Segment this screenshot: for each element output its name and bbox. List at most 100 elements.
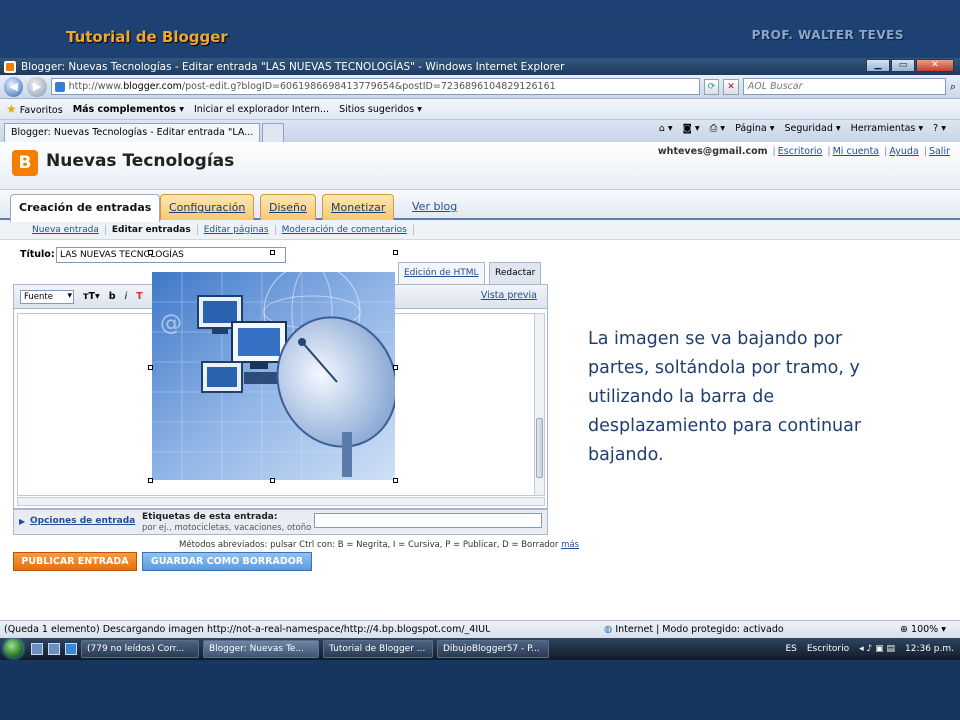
- url-prefix: http://www.: [68, 81, 124, 92]
- taskbar-button-drawing[interactable]: DibujoBlogger57 - P...: [437, 640, 549, 658]
- dashboard-link[interactable]: Escritorio: [778, 146, 823, 157]
- help-link[interactable]: Ayuda: [889, 146, 918, 157]
- tray-icons[interactable]: ◂ ♪ ▣ ▤: [859, 644, 895, 654]
- zone-text: Internet | Modo protegido: activado: [615, 624, 784, 635]
- save-draft-button[interactable]: GUARDAR COMO BORRADOR: [142, 552, 312, 571]
- show-desktop-icon[interactable]: [31, 643, 43, 655]
- search-icon[interactable]: ⌕: [950, 80, 956, 94]
- close-button[interactable]: ✕: [916, 59, 954, 72]
- taskbar-button-blogger[interactable]: Blogger: Nuevas Te...: [203, 640, 319, 658]
- resize-handle-b[interactable]: [270, 478, 275, 483]
- bold-button[interactable]: b: [109, 291, 116, 302]
- page-menu[interactable]: Página ▾: [735, 123, 774, 134]
- globe-icon: ◍: [604, 624, 613, 635]
- preview-link[interactable]: Vista previa: [481, 290, 537, 301]
- tab-monetize[interactable]: Monetizar: [322, 194, 395, 220]
- view-blog-link[interactable]: Ver blog: [404, 194, 465, 220]
- resize-handle-br[interactable]: [393, 478, 398, 483]
- tab-posting[interactable]: Creación de entradas: [10, 194, 161, 222]
- blogger-header: B Nuevas Tecnologías whteves@gmail.com |…: [0, 142, 960, 190]
- publish-button[interactable]: PUBLICAR ENTRADA: [13, 552, 137, 571]
- clock[interactable]: 12:36 p.m.: [905, 644, 954, 654]
- subtab-comment-moderation[interactable]: Moderación de comentarios: [276, 224, 414, 235]
- ie-explorer-link[interactable]: Iniciar el explorador Intern...: [194, 104, 329, 115]
- tags-input[interactable]: [314, 513, 542, 528]
- security-menu[interactable]: Seguridad ▾: [785, 123, 841, 134]
- suggested-sites-link[interactable]: Sitios sugeridos ▾: [339, 104, 422, 115]
- shortcuts-hint: Métodos abreviados: pulsar Ctrl con: B =…: [179, 540, 579, 550]
- shortcuts-more-link[interactable]: más: [561, 540, 579, 550]
- compose-tab[interactable]: Redactar: [489, 262, 542, 284]
- zoom-level[interactable]: ⊕ 100% ▾: [900, 624, 946, 635]
- start-button[interactable]: [0, 638, 26, 660]
- resize-handle-t[interactable]: [270, 250, 275, 255]
- title-input[interactable]: LAS NUEVAS TECNOLOGÍAS: [56, 247, 286, 263]
- subtab-new-post[interactable]: Nueva entrada: [26, 224, 106, 235]
- tab-settings[interactable]: Configuración: [160, 194, 255, 220]
- security-zone: ◍ Internet | Modo protegido: activado: [604, 624, 784, 635]
- main-tabs: Creación de entradas Configuración Diseñ…: [0, 190, 960, 222]
- my-account-link[interactable]: Mi cuenta: [833, 146, 880, 157]
- maximize-button[interactable]: ▭: [891, 59, 915, 72]
- command-bar: ⌂ ▾ ◙ ▾ ⎙ ▾ Página ▾ Seguridad ▾ Herrami…: [659, 123, 946, 134]
- resize-handle-tl[interactable]: [148, 250, 153, 255]
- print-icon[interactable]: ⎙ ▾: [710, 123, 725, 134]
- italic-button[interactable]: i: [125, 291, 128, 302]
- search-input[interactable]: AOL Buscar: [742, 78, 946, 95]
- font-select[interactable]: Fuente: [20, 289, 74, 304]
- feeds-icon[interactable]: ◙ ▾: [683, 123, 700, 134]
- resize-handle-r[interactable]: [393, 365, 398, 370]
- text-color-icon[interactable]: T: [136, 291, 142, 302]
- sub-tabs: Nueva entrada Editar entradas Editar pág…: [0, 220, 960, 240]
- resize-handle-bl[interactable]: [148, 478, 153, 483]
- horizontal-scrollbar[interactable]: [17, 497, 545, 506]
- language-indicator[interactable]: ES: [785, 644, 796, 654]
- back-button[interactable]: ◀: [4, 76, 24, 97]
- scroll-thumb[interactable]: [536, 418, 543, 478]
- title-label: Título:: [20, 249, 55, 260]
- user-email: whteves@gmail.com: [657, 146, 768, 157]
- technology-illustration: @: [152, 272, 395, 480]
- vertical-scrollbar[interactable]: [534, 313, 545, 496]
- technology-image[interactable]: @: [152, 272, 395, 480]
- expand-triangle-icon[interactable]: ▶: [19, 517, 25, 526]
- tags-example: por ej., motocicletas, vacaciones, otoño: [142, 523, 312, 533]
- font-size-icon[interactable]: тT▾: [83, 291, 100, 302]
- desktop-toolbar[interactable]: Escritorio: [807, 644, 849, 654]
- slide-caption: La imagen se va bajando por partes, solt…: [588, 329, 862, 465]
- subtab-edit-posts[interactable]: Editar entradas: [106, 224, 198, 235]
- sign-out-link[interactable]: Salir: [929, 146, 950, 157]
- account-links: whteves@gmail.com | Escritorio | Mi cuenta…: [657, 146, 950, 157]
- taskbar-button-mail[interactable]: (779 no leídos) Corr...: [81, 640, 199, 658]
- tab-current[interactable]: Blogger: Nuevas Tecnologías - Editar ent…: [4, 123, 261, 142]
- subtab-edit-pages[interactable]: Editar páginas: [198, 224, 276, 235]
- resize-handle-l[interactable]: [148, 365, 153, 370]
- more-addons-link[interactable]: Más complementos ▾: [73, 104, 184, 115]
- help-icon[interactable]: ? ▾: [933, 123, 946, 134]
- star-icon: ★: [6, 102, 17, 116]
- refresh-button[interactable]: ⟳: [703, 78, 720, 95]
- favorites-button[interactable]: ★ Favoritos: [6, 102, 63, 116]
- home-icon[interactable]: ⌂ ▾: [659, 123, 673, 134]
- url-input[interactable]: http://www. blogger.com/post-edit.g?blogI…: [50, 78, 700, 95]
- ie-quicklaunch-icon[interactable]: [65, 643, 77, 655]
- new-tab-button[interactable]: [262, 123, 285, 142]
- blogger-logo[interactable]: B: [12, 150, 38, 176]
- search-placeholder: AOL Buscar: [747, 81, 803, 92]
- tags-label: Etiquetas de esta entrada:: [142, 512, 278, 522]
- tab-row: Blogger: Nuevas Tecnologías - Editar ent…: [0, 120, 960, 142]
- stop-button[interactable]: ✕: [723, 78, 739, 95]
- favorites-bar: ★ Favoritos Más complementos ▾ Iniciar e…: [0, 99, 960, 120]
- switch-windows-icon[interactable]: [48, 643, 60, 655]
- blog-title: Nuevas Tecnologías: [46, 151, 235, 171]
- post-options-link[interactable]: Opciones de entrada: [30, 516, 135, 526]
- tab-design[interactable]: Diseño: [260, 194, 316, 220]
- forward-button[interactable]: ▶: [27, 76, 47, 97]
- resize-handle-tr[interactable]: [393, 250, 398, 255]
- minimize-button[interactable]: ▁: [866, 59, 890, 72]
- tools-menu[interactable]: Herramientas ▾: [851, 123, 924, 134]
- address-bar: ◀ ▶ http://www. blogger.com/post-edit.g?b…: [0, 75, 960, 99]
- edit-html-tab[interactable]: Edición de HTML: [398, 262, 485, 284]
- taskbar-button-tutorial[interactable]: Tutorial de Blogger ...: [323, 640, 433, 658]
- slide-title: Tutorial de Blogger: [66, 28, 228, 46]
